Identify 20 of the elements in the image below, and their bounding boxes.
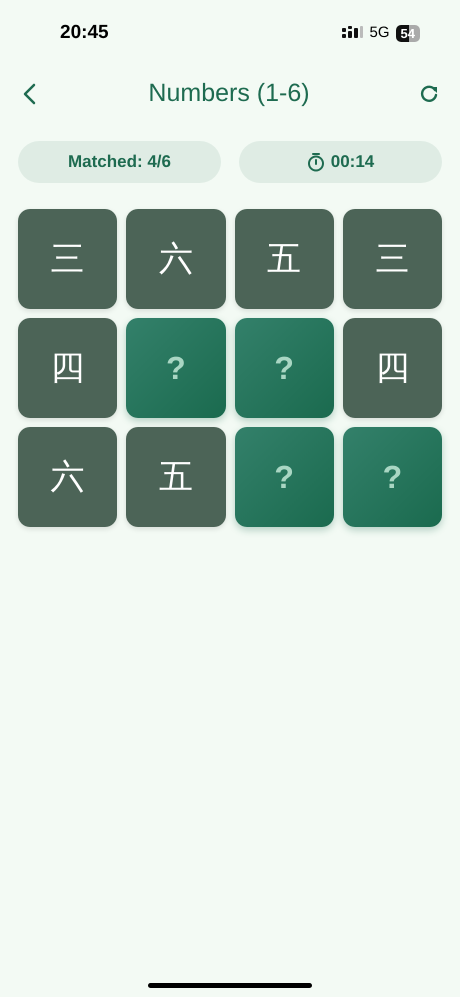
hidden-card[interactable]: ? xyxy=(126,318,226,418)
hidden-card[interactable]: ? xyxy=(342,427,442,527)
matched-counter: Matched: 4/6 xyxy=(18,141,221,183)
stopwatch-icon xyxy=(306,152,325,172)
revealed-card[interactable]: 三 xyxy=(342,209,442,309)
screen-title: Numbers (1-6) xyxy=(148,78,310,110)
revealed-card[interactable]: 五 xyxy=(126,427,226,527)
revealed-card[interactable]: 六 xyxy=(18,427,118,527)
hidden-card[interactable]: ? xyxy=(234,427,334,527)
revealed-card[interactable]: 六 xyxy=(126,209,226,309)
hidden-card[interactable]: ? xyxy=(234,318,334,418)
revealed-card[interactable]: 三 xyxy=(18,209,118,309)
revealed-card[interactable]: 四 xyxy=(342,318,442,418)
status-time: 20:45 xyxy=(60,20,109,45)
timer-value: 00:14 xyxy=(330,151,374,174)
revealed-card[interactable]: 四 xyxy=(18,318,118,418)
refresh-icon[interactable] xyxy=(418,83,440,105)
signal-icon xyxy=(342,26,364,40)
network-label: 5G xyxy=(370,22,390,43)
revealed-card[interactable]: 五 xyxy=(234,209,334,309)
